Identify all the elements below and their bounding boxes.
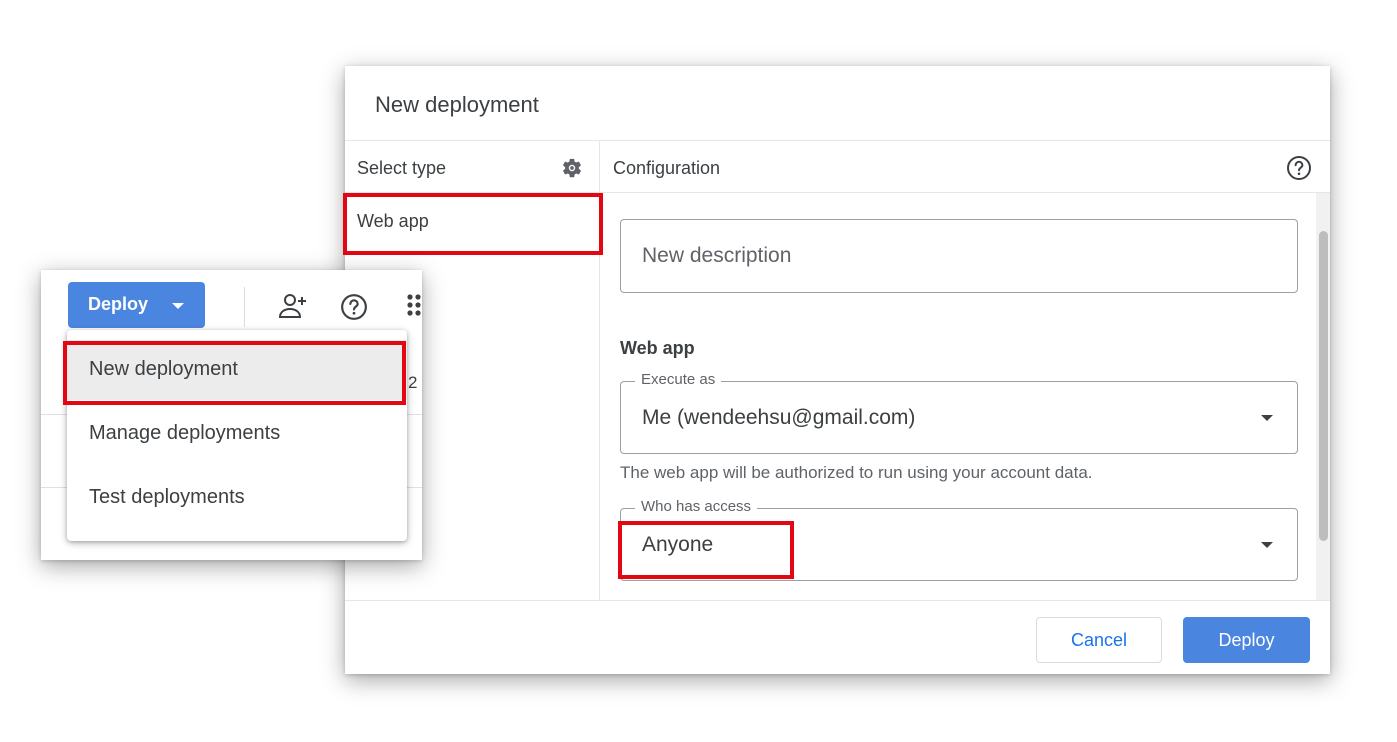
menu-item-test-deployments[interactable]: Test deployments xyxy=(67,468,407,528)
chevron-down-icon xyxy=(1261,542,1273,548)
configuration-label: Configuration xyxy=(613,158,721,178)
select-type-header: Select type xyxy=(345,141,599,193)
configuration-header: Configuration xyxy=(600,141,1330,193)
menu-item-manage-deployments[interactable]: Manage deployments xyxy=(67,404,407,464)
execute-as-select[interactable]: Execute as Me (wendeehsu@gmail.com) xyxy=(620,371,1298,454)
execute-as-value: Me (wendeehsu@gmail.com) xyxy=(642,406,916,429)
apps-grid-icon[interactable] xyxy=(405,292,422,322)
help-icon[interactable] xyxy=(340,293,368,321)
toolbar-deploy-button[interactable]: Deploy xyxy=(68,282,205,328)
highlight-web-app xyxy=(343,193,603,255)
dialog-title: New deployment xyxy=(375,92,539,117)
background-text: 2 xyxy=(408,373,418,392)
description-input[interactable]: New description xyxy=(620,219,1298,293)
chevron-down-icon xyxy=(1261,415,1273,421)
highlight-anyone xyxy=(618,521,794,579)
menu-item-label: Test deployments xyxy=(89,486,245,508)
help-icon[interactable] xyxy=(1286,155,1312,181)
gear-icon[interactable] xyxy=(561,157,583,179)
toolbar-divider xyxy=(244,287,245,327)
execute-as-hint: The web app will be authorized to run us… xyxy=(620,463,1093,482)
menu-item-label: Manage deployments xyxy=(89,422,281,444)
scrollbar[interactable] xyxy=(1316,193,1330,601)
web-app-section-title: Web app xyxy=(620,338,695,358)
execute-as-label: Execute as xyxy=(635,371,722,388)
dropdown-arrow-icon xyxy=(172,303,184,309)
select-type-label: Select type xyxy=(357,158,447,178)
who-has-access-label: Who has access xyxy=(635,498,758,515)
new-deployment-dialog: New deployment Select type Web app Confi… xyxy=(345,66,1330,674)
cancel-button[interactable]: Cancel xyxy=(1036,617,1162,663)
dialog-footer: Cancel Deploy xyxy=(345,600,1330,674)
description-placeholder: New description xyxy=(642,244,792,267)
editor-toolbar-popup: Deploy 2 New deployment Manage deploymen… xyxy=(41,270,422,560)
highlight-new-deployment xyxy=(63,341,406,405)
deploy-button[interactable]: Deploy xyxy=(1183,617,1310,663)
toolbar-deploy-label: Deploy xyxy=(88,294,149,314)
scrollbar-thumb[interactable] xyxy=(1319,231,1328,541)
add-person-icon[interactable] xyxy=(277,292,309,320)
